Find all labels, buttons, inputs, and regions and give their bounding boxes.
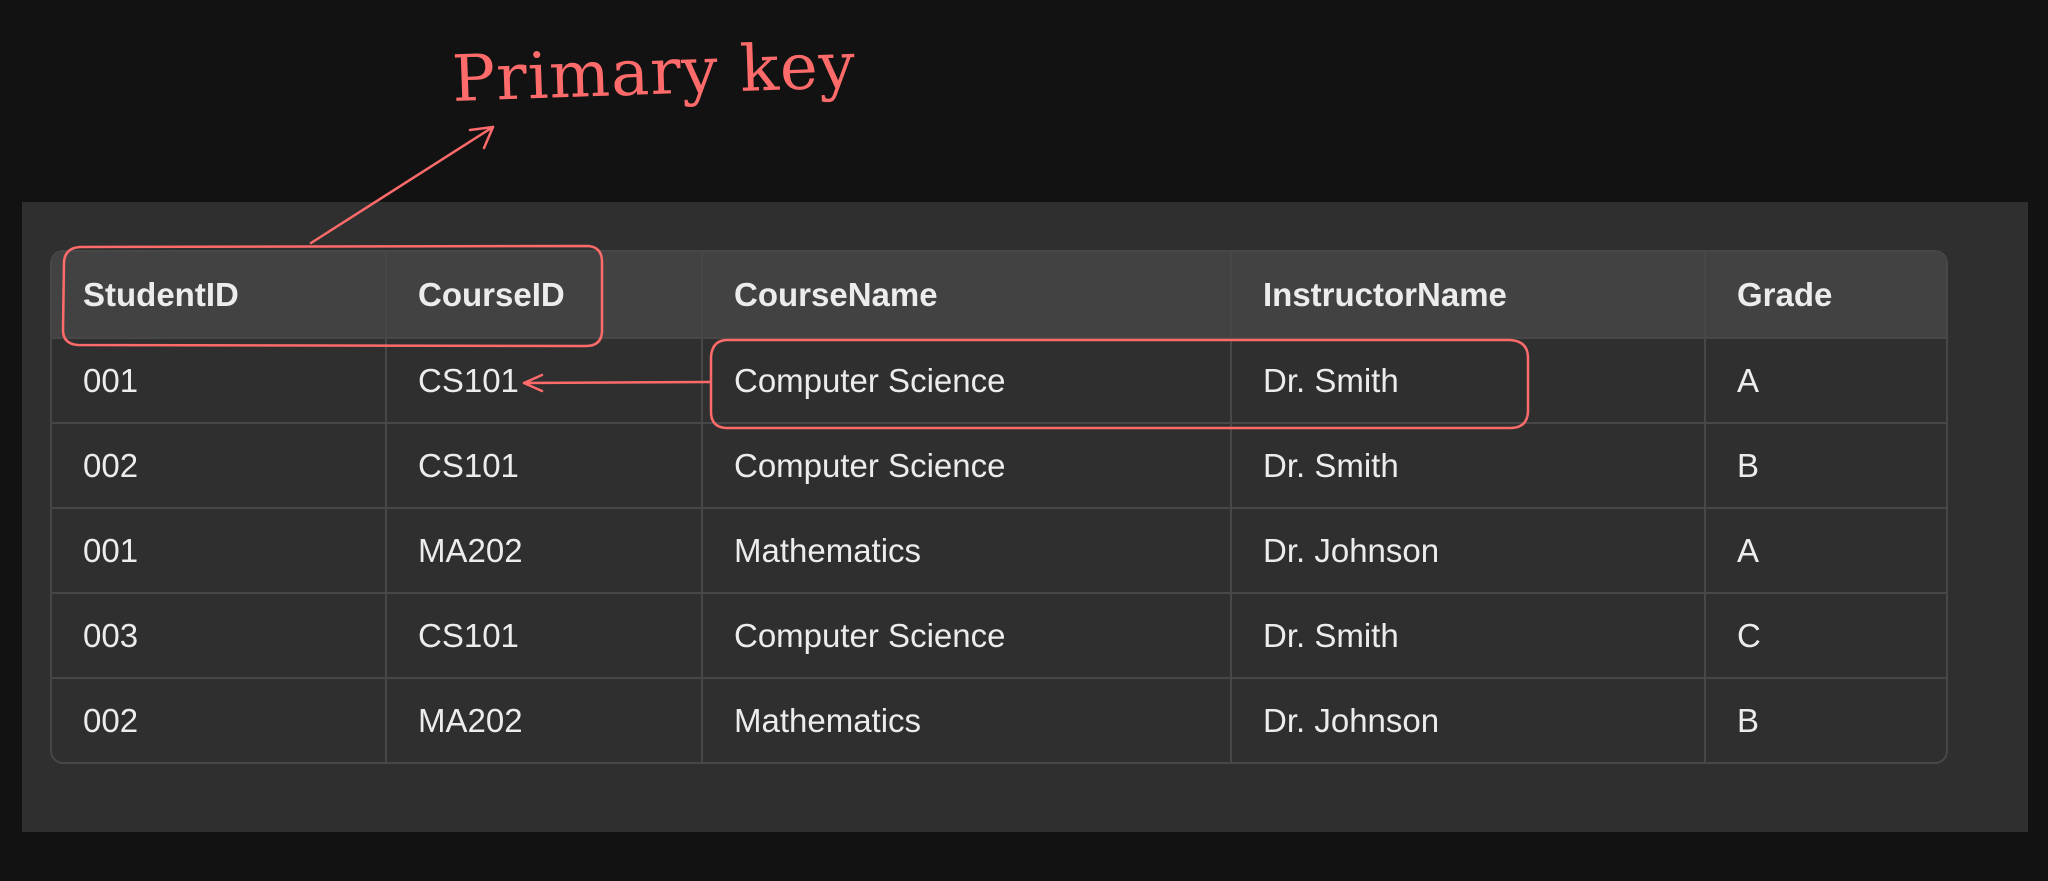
cell-grade: B (1705, 423, 1946, 509)
table-row: 001 MA202 Mathematics Dr. Johnson A (52, 508, 1946, 594)
cell-studentid: 002 (52, 678, 387, 762)
cell-studentid: 002 (52, 423, 387, 509)
primary-key-arrowhead (468, 125, 495, 150)
table-row: 001 CS101 Computer Science Dr. Smith A (52, 338, 1946, 424)
cell-courseid: CS101 (386, 338, 703, 424)
cell-instructorname: Dr. Smith (1231, 423, 1706, 509)
screenshot-stage: StudentID CourseID CourseName Instructor… (0, 0, 2048, 881)
cell-coursename: Mathematics (702, 678, 1232, 762)
column-header-grade: Grade (1705, 252, 1946, 339)
cell-courseid: MA202 (386, 508, 703, 594)
data-table-container: StudentID CourseID CourseName Instructor… (50, 250, 1948, 764)
cell-courseid: MA202 (386, 678, 703, 762)
table-row: 003 CS101 Computer Science Dr. Smith C (52, 593, 1946, 679)
cell-grade: B (1737, 702, 1760, 739)
cell-studentid: 001 (52, 338, 387, 424)
cell-instructorname: Dr. Johnson (1231, 678, 1706, 762)
cell-coursename: Computer Science (702, 338, 1232, 424)
cell-coursename: Computer Science (702, 593, 1232, 679)
table-row: 002 MA202 Mathematics Dr. Johnson B (52, 678, 1946, 762)
cell-instructorname: Dr. Smith (1231, 593, 1706, 679)
cut-off-heading (50, 822, 61, 834)
cell-grade: A (1705, 338, 1946, 424)
column-header-instructorname: InstructorName (1231, 252, 1706, 339)
primary-key-annotation-label: Primary key (450, 28, 858, 118)
cell-instructorname: Dr. Johnson (1231, 508, 1706, 594)
cell-grade: A (1705, 508, 1946, 594)
cell-grade: C (1705, 593, 1946, 679)
cell-studentid: 001 (52, 508, 387, 594)
data-table: StudentID CourseID CourseName Instructor… (52, 252, 1946, 762)
column-header-studentid: StudentID (52, 252, 387, 339)
column-header-courseid: CourseID (386, 252, 703, 339)
cell-coursename: Mathematics (702, 508, 1232, 594)
cell-courseid: CS101 (386, 593, 703, 679)
cell-courseid: CS101 (386, 423, 703, 509)
column-header-coursename: CourseName (702, 252, 1232, 339)
table-row: 002 CS101 Computer Science Dr. Smith B (52, 423, 1946, 509)
table-header-row: StudentID CourseID CourseName Instructor… (52, 252, 1946, 339)
cell-instructorname: Dr. Smith (1231, 338, 1706, 424)
cell-coursename: Computer Science (702, 423, 1232, 509)
cell-studentid: 003 (52, 593, 387, 679)
